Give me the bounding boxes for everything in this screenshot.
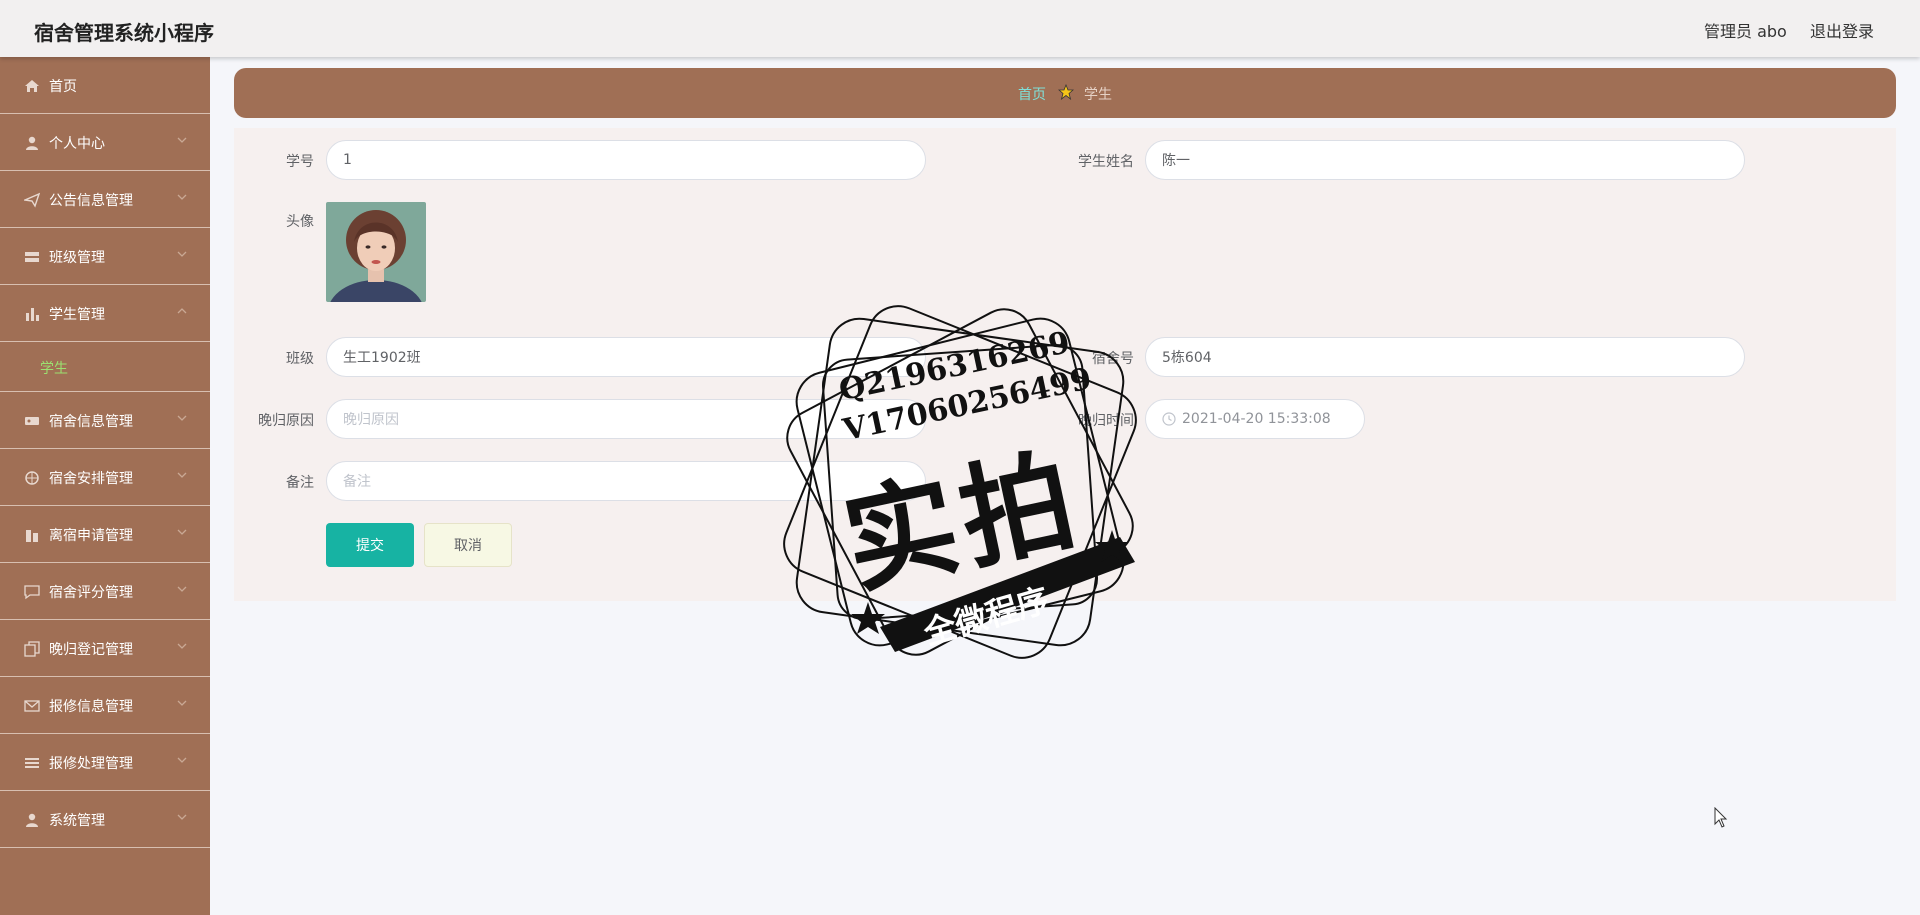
chevron-down-icon [177,251,187,257]
student-name-label: 学生姓名 [1078,154,1134,170]
breadcrumb: 首页 学生 [234,68,1896,118]
class-input[interactable]: 生工1902班 [326,337,926,377]
sidebar: 首页 个人中心 公告信息管理 班级管理 学生管理 学生 宿舍信息管理 宿舍安排管… [0,57,210,915]
late-time-label: 晚归时间 [1078,413,1134,429]
student-no-label: 学号 [286,154,314,170]
chevron-down-icon [177,643,187,649]
sidebar-item-class[interactable]: 班级管理 [0,228,210,285]
sidebar-item-late-return[interactable]: 晚归登记管理 [0,620,210,677]
dorm-no-label: 宿舍号 [1092,351,1134,367]
sidebar-item-label: 个人中心 [49,136,105,152]
logout-button[interactable]: 退出登录 [1810,18,1874,42]
send-icon [24,192,40,208]
sidebar-item-label: 晚归登记管理 [49,642,133,658]
class-label: 班级 [286,351,314,367]
sidebar-item-student[interactable]: 学生管理 [0,285,210,342]
sidebar-item-notice[interactable]: 公告信息管理 [0,171,210,228]
sidebar-item-profile[interactable]: 个人中心 [0,114,210,171]
building-icon [26,530,38,542]
breadcrumb-home[interactable]: 首页 [1018,84,1046,104]
dorm-no-input[interactable]: 5栋604 [1145,337,1745,377]
person-icon [26,813,38,827]
remark-input[interactable]: 备注 [326,461,926,501]
sidebar-item-label: 报修信息管理 [49,699,133,715]
avatar-image [326,202,426,302]
circle-icon [25,471,39,485]
bar-chart-icon [26,308,39,321]
sidebar-item-label: 学生管理 [49,307,105,323]
sidebar-subitem-student[interactable]: 学生 [0,342,210,392]
student-no-input[interactable]: 1 [326,140,926,180]
late-time-picker[interactable]: 2021-04-20 15:33:08 [1145,399,1365,439]
sidebar-item-label: 离宿申请管理 [49,528,133,544]
submit-button[interactable]: 提交 [326,523,414,567]
admin-label: 管理员 abo [1704,22,1787,41]
chevron-up-icon [177,308,187,314]
chevron-down-icon [177,194,187,200]
list-icon [25,252,39,262]
sidebar-subitem-label: 学生 [40,361,68,377]
sidebar-item-dorm-info[interactable]: 宿舍信息管理 [0,392,210,449]
clock-icon [1162,412,1176,426]
mail-icon [24,700,40,712]
sidebar-item-label: 报修处理管理 [49,756,133,772]
remark-label: 备注 [286,475,314,491]
sidebar-item-label: 公告信息管理 [49,193,133,209]
cancel-button[interactable]: 取消 [424,523,512,567]
late-reason-input[interactable]: 晚归原因 [326,399,926,439]
breadcrumb-current: 学生 [1084,87,1112,103]
home-icon [25,80,39,92]
chevron-down-icon [177,529,187,535]
ticket-icon [25,417,39,425]
sidebar-item-dorm-arrange[interactable]: 宿舍安排管理 [0,449,210,506]
sidebar-item-rating[interactable]: 宿舍评分管理 [0,563,210,620]
sidebar-item-repair-handle[interactable]: 报修处理管理 [0,734,210,791]
sidebar-item-label: 宿舍信息管理 [49,414,133,430]
sidebar-item-leave[interactable]: 离宿申请管理 [0,506,210,563]
avatar-label: 头像 [286,214,314,230]
sidebar-item-label: 系统管理 [49,813,105,829]
sidebar-item-label: 宿舍评分管理 [49,585,133,601]
chevron-down-icon [177,814,187,820]
chevron-down-icon [177,700,187,706]
star-icon [1058,84,1074,100]
student-name-input[interactable]: 陈一 [1145,140,1745,180]
mouse-cursor-icon [1714,807,1728,828]
chevron-down-icon [177,586,187,592]
sidebar-item-label: 首页 [49,79,77,95]
menu-icon [25,758,39,768]
top-header: 宿舍管理系统小程序 管理员 abo 退出登录 [0,0,1920,57]
chevron-down-icon [177,137,187,143]
copy-icon [24,641,40,657]
sidebar-item-system[interactable]: 系统管理 [0,791,210,848]
sidebar-item-home[interactable]: 首页 [0,57,210,114]
sidebar-item-label: 班级管理 [49,250,105,266]
chevron-down-icon [177,757,187,763]
chat-icon [24,585,40,600]
chevron-down-icon [177,472,187,478]
user-icon [26,136,38,150]
sidebar-item-repair-info[interactable]: 报修信息管理 [0,677,210,734]
late-reason-label: 晚归原因 [258,413,314,429]
sidebar-item-label: 宿舍安排管理 [49,471,133,487]
chevron-down-icon [177,415,187,421]
app-title: 宿舍管理系统小程序 [34,21,214,45]
late-time-value: 2021-04-20 15:33:08 [1182,411,1331,427]
